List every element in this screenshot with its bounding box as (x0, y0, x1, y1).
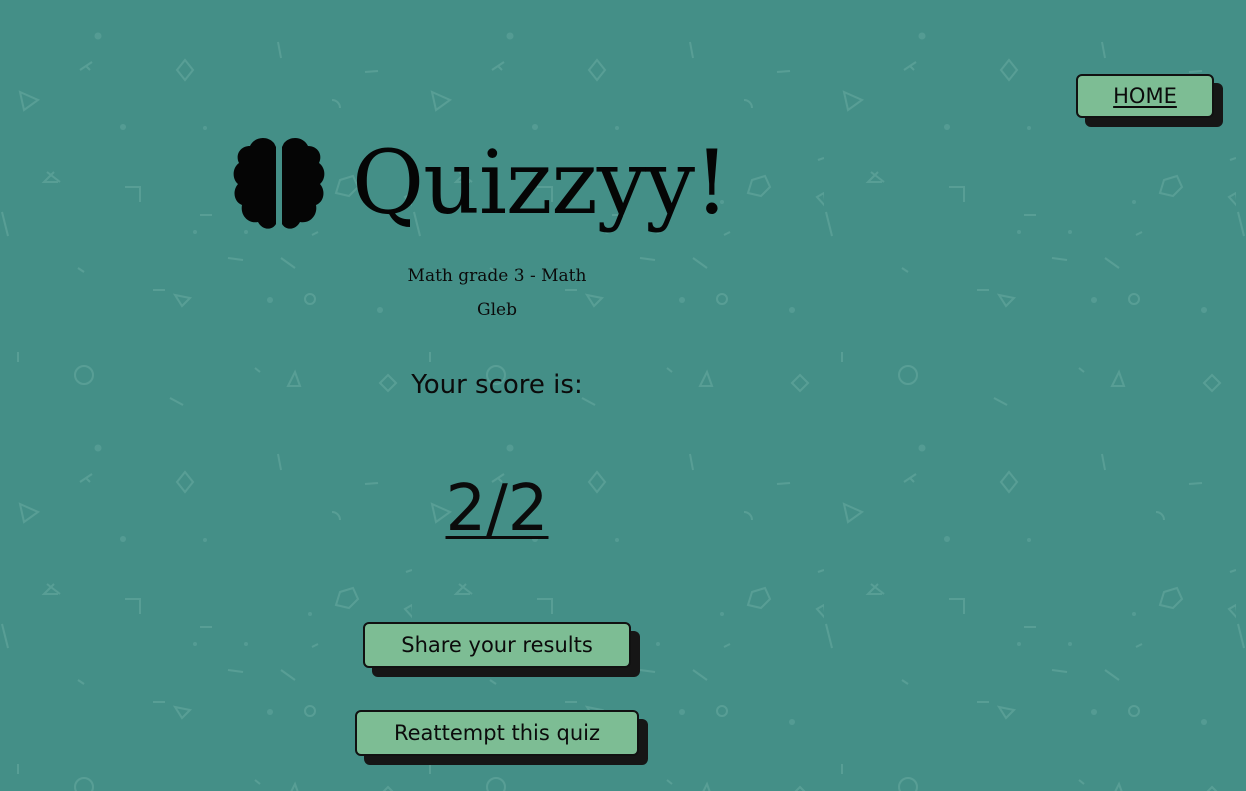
quiz-name: Math grade 3 - Math (407, 266, 587, 286)
score-value: 2/2 (445, 472, 549, 546)
quiz-author: Gleb (477, 300, 517, 320)
score-label: Your score is: (411, 370, 583, 400)
brain-icon (233, 137, 325, 229)
app-title: Quizzyy! (352, 131, 729, 234)
header: Quizzyy! (232, 118, 729, 248)
share-results-button[interactable]: Share your results (363, 622, 631, 668)
reattempt-quiz-button[interactable]: Reattempt this quiz (355, 710, 639, 756)
home-button[interactable]: HOME (1076, 74, 1214, 118)
